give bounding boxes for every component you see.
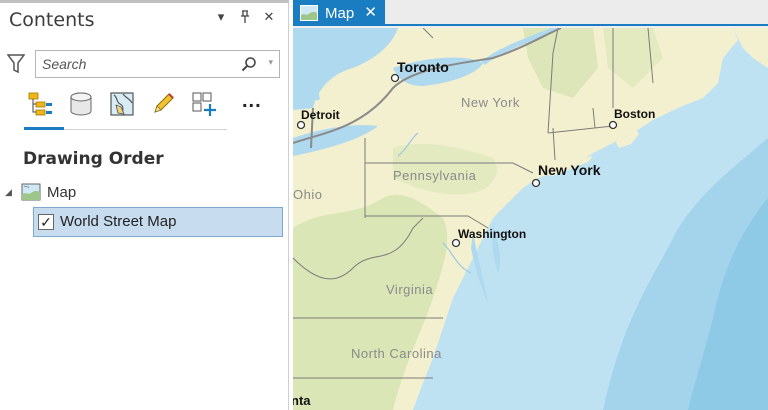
- city-marker-new-york[interactable]: [531, 178, 541, 188]
- more-options-button[interactable]: ...: [242, 91, 262, 111]
- state-label-pennsylvania: Pennsylvania: [393, 168, 477, 183]
- contents-pane: Contents ▾ ✕ ▾: [0, 0, 289, 410]
- active-tool-indicator: [24, 127, 64, 130]
- layer-label: World Street Map: [60, 213, 177, 230]
- city-label-detroit: Detroit: [301, 108, 340, 122]
- list-by-editing-icon[interactable]: [149, 90, 177, 118]
- city-marker-toronto[interactable]: [390, 73, 400, 83]
- tree-layer-world-street-map[interactable]: ✓ World Street Map: [33, 207, 283, 237]
- filter-icon[interactable]: [6, 53, 26, 75]
- pane-options-icon[interactable]: ▾: [214, 9, 228, 25]
- city-label-new-york: New York: [538, 162, 601, 178]
- state-label-virginia: Virginia: [386, 282, 433, 297]
- tree-node-map-label: Map: [47, 183, 77, 201]
- city-marker-detroit[interactable]: [296, 120, 306, 130]
- city-label-boston: Boston: [614, 107, 655, 121]
- tab-map-label: Map: [325, 4, 355, 22]
- city-label-partial: nta: [293, 393, 311, 408]
- search-dropdown-icon[interactable]: ▾: [268, 57, 273, 68]
- map-view: Map ✕ Toronto Detroit Boston New York Wa…: [293, 0, 768, 410]
- state-label-new-york: New York: [461, 95, 520, 110]
- map-icon: [300, 5, 318, 21]
- close-icon[interactable]: ✕: [364, 3, 377, 21]
- layer-visibility-checkbox[interactable]: ✓: [38, 214, 54, 230]
- list-by-snapping-icon[interactable]: [190, 90, 218, 118]
- contents-toolbar: [26, 88, 218, 120]
- state-label-north-carolina: North Carolina: [351, 346, 442, 361]
- map-icon: [21, 183, 41, 201]
- list-by-selection-icon[interactable]: [108, 90, 136, 118]
- tree-node-map[interactable]: ◢ Map: [5, 181, 76, 203]
- tab-map[interactable]: Map ✕: [293, 0, 385, 26]
- city-label-washington: Washington: [458, 227, 526, 241]
- pane-title: Contents: [9, 9, 95, 31]
- list-by-data-source-icon[interactable]: [67, 90, 95, 118]
- pane-controls: ▾ ✕: [214, 9, 276, 25]
- collapse-triangle-icon[interactable]: ◢: [5, 187, 15, 198]
- map-canvas[interactable]: Toronto Detroit Boston New York Washingt…: [293, 28, 768, 410]
- view-tab-strip: Map ✕: [293, 0, 768, 26]
- search-input[interactable]: [42, 55, 232, 73]
- search-icon[interactable]: [241, 56, 257, 72]
- list-by-drawing-order-icon[interactable]: [26, 90, 54, 118]
- pin-icon[interactable]: [238, 9, 252, 25]
- close-icon[interactable]: ✕: [262, 9, 276, 25]
- drawing-order-heading: Drawing Order: [23, 149, 164, 169]
- state-label-ohio: Ohio: [293, 187, 322, 202]
- pane-top-border: [0, 0, 289, 3]
- city-label-toronto: Toronto: [397, 59, 449, 75]
- city-marker-boston[interactable]: [608, 120, 618, 130]
- search-box: ▾: [35, 50, 280, 78]
- app-window: Contents ▾ ✕ ▾: [0, 0, 768, 410]
